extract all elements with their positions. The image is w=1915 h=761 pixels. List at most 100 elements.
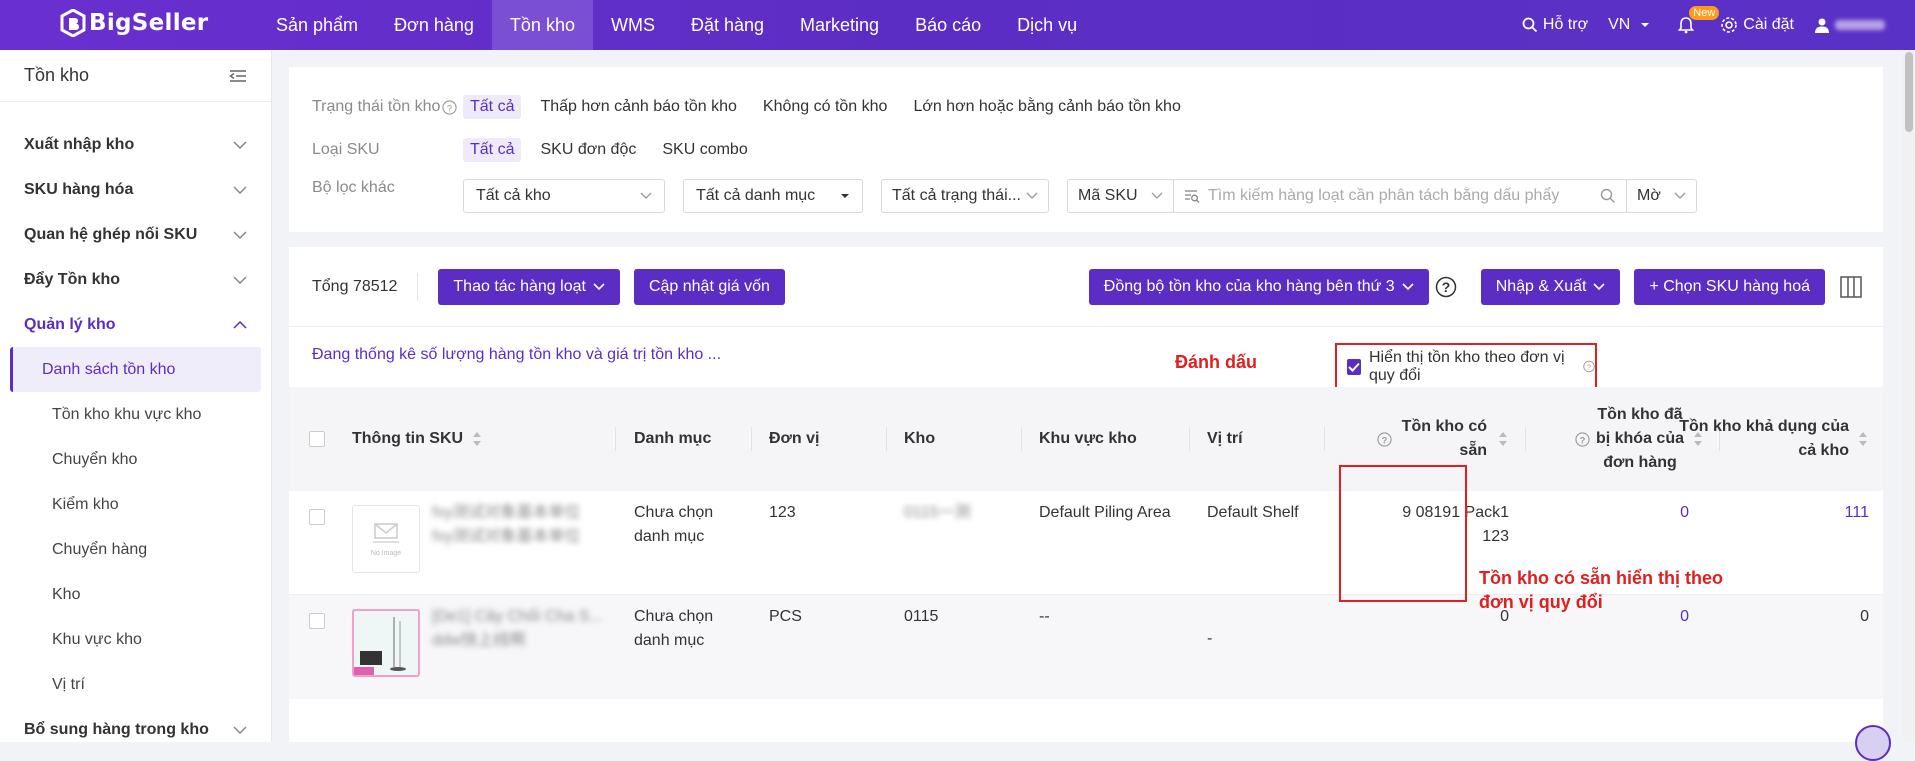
- sidebar-group-sku-goods[interactable]: SKU hàng hóa: [0, 167, 271, 212]
- convert-unit-checkbox[interactable]: [1347, 358, 1361, 375]
- sidebar-item-zone[interactable]: Khu vực kho: [10, 617, 261, 662]
- nav-marketing[interactable]: Marketing: [782, 0, 897, 50]
- status-option-below-warning[interactable]: Thấp hơn cảnh báo tồn kho: [533, 95, 743, 119]
- convert-unit-toggle[interactable]: Hiển thị tồn kho theo đơn vị quy đổi ?: [1335, 343, 1597, 390]
- category-select[interactable]: Tất cả danh mục: [683, 179, 863, 213]
- total-count: Tổng 78512: [312, 277, 398, 295]
- choose-sku-button[interactable]: + Chọn SKU hàng hoá: [1634, 269, 1825, 305]
- category-cell: Chưa chọn danh mục: [634, 605, 713, 653]
- help-icon[interactable]: ?: [1575, 431, 1590, 447]
- sidebar-item-zone-inventory[interactable]: Tồn kho khu vực kho: [10, 392, 261, 437]
- sidebar-item-warehouse[interactable]: Kho: [10, 572, 261, 617]
- help-icon[interactable]: ?: [1583, 359, 1595, 374]
- chevron-down-icon: [1674, 192, 1686, 199]
- sidebar-item-inventory-list[interactable]: Danh sách tồn kho: [10, 347, 261, 392]
- sort-icon[interactable]: [1857, 430, 1869, 448]
- row-checkbox[interactable]: [309, 613, 325, 629]
- gear-icon: [1721, 17, 1738, 33]
- chevron-down-icon: [1593, 283, 1606, 291]
- status-option-above-warning[interactable]: Lớn hơn hoặc bằng cảnh báo tồn kho: [906, 95, 1187, 119]
- sidebar-item-stocktake[interactable]: Kiểm kho: [10, 482, 261, 527]
- sku-line: fxy测试对象基本单位: [432, 528, 581, 545]
- match-mode-value: Mờ: [1637, 187, 1661, 204]
- help-icon[interactable]: ?: [1377, 431, 1392, 447]
- col-divider: [615, 427, 616, 451]
- sidebar-group-warehouse-mgmt[interactable]: Quản lý kho: [0, 302, 271, 347]
- search-field-select[interactable]: Mã SKU: [1068, 180, 1174, 212]
- language-select[interactable]: VN: [1608, 16, 1657, 34]
- nav-wms[interactable]: WMS: [593, 0, 673, 50]
- sku-type-option-all[interactable]: Tất cả: [463, 138, 522, 162]
- usable-cell[interactable]: 111: [1789, 501, 1869, 525]
- sku-type-option-single[interactable]: SKU đơn độc: [533, 138, 643, 162]
- location-cell: Default Shelf: [1207, 504, 1299, 521]
- column-settings-icon[interactable]: [1839, 275, 1863, 299]
- search-field-value: Mã SKU: [1078, 187, 1138, 204]
- sidebar-group-push-stock[interactable]: Đẩy Tồn kho: [0, 257, 271, 302]
- support-chat-avatar[interactable]: [1855, 725, 1891, 761]
- match-mode-select[interactable]: Mờ: [1626, 180, 1696, 212]
- sync-third-party-button[interactable]: Đồng bộ tồn kho của kho hàng bên thứ 3: [1088, 269, 1429, 305]
- select-all-checkbox[interactable]: [309, 431, 325, 447]
- page-scrollbar[interactable]: [1903, 50, 1915, 742]
- update-cost-button[interactable]: Cập nhật giá vốn: [633, 268, 785, 305]
- help-icon[interactable]: ?: [1435, 276, 1457, 298]
- bulk-action-button[interactable]: Thao tác hàng loạt: [438, 268, 620, 305]
- col-sku-info[interactable]: Thông tin SKU: [352, 387, 483, 491]
- locked-cell[interactable]: 0: [1629, 501, 1689, 525]
- chevron-down-icon: [1402, 283, 1414, 291]
- sidebar-group-sku-mapping[interactable]: Quan hệ ghép nối SKU: [0, 212, 271, 257]
- sidebar-group-replenish[interactable]: Bổ sung hàng trong kho: [0, 707, 271, 752]
- search-icon[interactable]: [1600, 188, 1616, 204]
- nav-purchase[interactable]: Đặt hàng: [673, 0, 782, 50]
- status-select[interactable]: Tất cả trạng thái...: [881, 179, 1049, 213]
- sort-icon[interactable]: [1497, 430, 1509, 448]
- toolbar-right: Đồng bộ tồn kho của kho hàng bên thứ 3 ?…: [1088, 269, 1863, 305]
- notification-bell[interactable]: New: [1677, 6, 1720, 34]
- user-menu[interactable]: [1814, 17, 1895, 33]
- unit-cell: 123: [769, 504, 796, 521]
- col-usable[interactable]: Tồn kho khả dụng của cả kho: [1679, 387, 1869, 491]
- status-option-all[interactable]: Tất cả: [463, 95, 522, 119]
- sidebar-group-label: SKU hàng hóa: [24, 180, 134, 198]
- svg-text:?: ?: [1381, 435, 1387, 445]
- sidebar-group-stock-io[interactable]: Xuất nhập kho: [0, 122, 271, 167]
- col-locked[interactable]: ? Tồn kho đã bị khóa của đơn hàng: [1529, 387, 1704, 491]
- sku-type-option-combo[interactable]: SKU combo: [655, 138, 754, 162]
- row-checkbox[interactable]: [309, 509, 325, 525]
- sort-icon[interactable]: [471, 430, 483, 448]
- sidebar-item-shipment[interactable]: Chuyển hàng: [10, 527, 261, 572]
- warehouse-select[interactable]: Tất cả kho: [463, 179, 665, 213]
- help-icon[interactable]: ?: [442, 99, 457, 115]
- nav-products[interactable]: Sản phẩm: [258, 0, 376, 50]
- bulk-search-icon[interactable]: [1184, 189, 1200, 203]
- nav-orders[interactable]: Đơn hàng: [376, 0, 492, 50]
- support-link[interactable]: Hỗ trợ: [1522, 16, 1588, 34]
- settings-link[interactable]: Cài đặt: [1720, 16, 1794, 34]
- collapse-menu-icon[interactable]: [229, 69, 247, 83]
- import-export-button[interactable]: Nhập & Xuất: [1480, 269, 1621, 305]
- col-divider: [1324, 427, 1325, 451]
- caret-down-icon: [1641, 23, 1650, 27]
- sidebar-item-location[interactable]: Vị trí: [10, 662, 261, 707]
- scrollbar-thumb[interactable]: [1905, 52, 1913, 132]
- col-divider: [886, 427, 887, 451]
- sidebar-item-transfer[interactable]: Chuyển kho: [10, 437, 261, 482]
- inventory-list-panel: Tổng 78512 Thao tác hàng loạt Cập nhật g…: [289, 247, 1883, 742]
- search-input[interactable]: [1208, 187, 1588, 205]
- chevron-down-icon: [233, 140, 247, 149]
- nav-reports[interactable]: Báo cáo: [897, 0, 999, 50]
- nav-inventory[interactable]: Tồn kho: [491, 0, 593, 50]
- bulk-action-label: Thao tác hàng loạt: [453, 277, 586, 295]
- convert-unit-label: Hiển thị tồn kho theo đơn vị quy đổi: [1369, 348, 1565, 384]
- chevron-down-icon: [233, 725, 247, 734]
- zone-cell: Default Piling Area: [1039, 504, 1171, 521]
- nav-services[interactable]: Dịch vụ: [999, 0, 1095, 50]
- table-header: Thông tin SKU Danh mục Đơn vị Kho Khu vự…: [289, 387, 1883, 491]
- logo[interactable]: BigSeller: [60, 9, 208, 37]
- status-option-out-of-stock[interactable]: Không có tồn kho: [756, 95, 895, 119]
- filter-label: Trạng thái tồn kho ?: [312, 98, 463, 116]
- sku-name[interactable]: fxy测试对象基本单位 fxy测试对象基本单位: [432, 501, 580, 549]
- chevron-down-icon: [640, 192, 652, 199]
- sku-name[interactable]: [De1] Cây Chổi Cha S... ddw快上线啊: [432, 605, 603, 653]
